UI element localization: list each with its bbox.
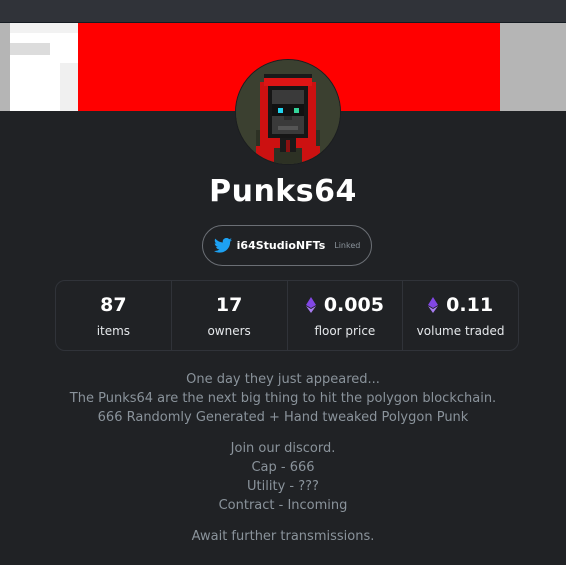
collection-avatar[interactable] xyxy=(235,59,341,165)
description-line: The Punks64 are the next big thing to hi… xyxy=(69,391,497,406)
collection-title: Punks64 xyxy=(209,174,357,209)
punk-avatar-image xyxy=(236,60,340,164)
stat-owners[interactable]: 17 owners xyxy=(172,281,288,350)
stat-items-value: 87 xyxy=(100,294,127,316)
stat-volume-traded-value: 0.11 xyxy=(446,294,494,316)
description-line: Await further transmissions. xyxy=(191,529,375,544)
stat-floor-price-value: 0.005 xyxy=(323,294,384,316)
eth-icon xyxy=(305,297,316,313)
stat-volume-traded-label: volume traded xyxy=(416,324,505,338)
stat-items-label: items xyxy=(96,324,131,338)
description-line: Contract - Incoming xyxy=(218,498,348,513)
collection-description: One day they just appeared... The Punks6… xyxy=(0,370,566,546)
stat-floor-price[interactable]: 0.005 floor price xyxy=(288,281,404,350)
stat-floor-price-label: floor price xyxy=(314,324,376,338)
stat-items[interactable]: 87 items xyxy=(56,281,172,350)
description-line: Join our discord. xyxy=(230,441,336,456)
stat-owners-label: owners xyxy=(207,324,251,338)
collection-stats: 87 items 17 owners 0.005 floor price 0.1… xyxy=(55,280,519,351)
eth-icon xyxy=(428,297,439,313)
linked-status: Linked xyxy=(334,241,361,250)
description-line: Utility - ??? xyxy=(247,479,319,494)
description-line: Cap - 666 xyxy=(251,460,315,475)
stat-volume-traded[interactable]: 0.11 volume traded xyxy=(403,281,518,350)
description-line: 666 Randomly Generated + Hand tweaked Po… xyxy=(97,410,469,425)
twitter-icon xyxy=(213,238,232,253)
twitter-link-button[interactable]: i64StudioNFTs Linked xyxy=(202,225,372,266)
stat-owners-value: 17 xyxy=(215,294,243,316)
top-navigation-bar xyxy=(0,0,566,23)
description-line: One day they just appeared... xyxy=(186,372,380,387)
twitter-handle: i64StudioNFTs xyxy=(236,239,326,252)
